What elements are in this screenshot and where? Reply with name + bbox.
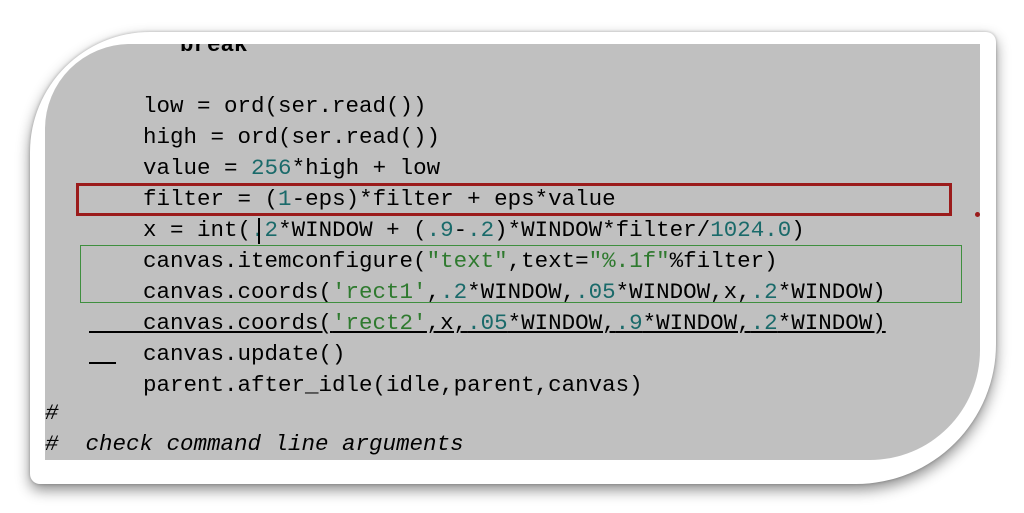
red-highlight-box [76, 183, 952, 216]
code-line-comment-check: # check command line arguments [45, 431, 464, 457]
green-highlight-box [80, 245, 962, 303]
red-highlight-marker [975, 212, 980, 217]
code-line-break: break [180, 44, 248, 58]
code-line-comment-hash: # [45, 400, 59, 426]
text-cursor [258, 218, 260, 244]
code-line-after-idle: parent.after_idle(idle,parent,canvas) [143, 372, 643, 398]
